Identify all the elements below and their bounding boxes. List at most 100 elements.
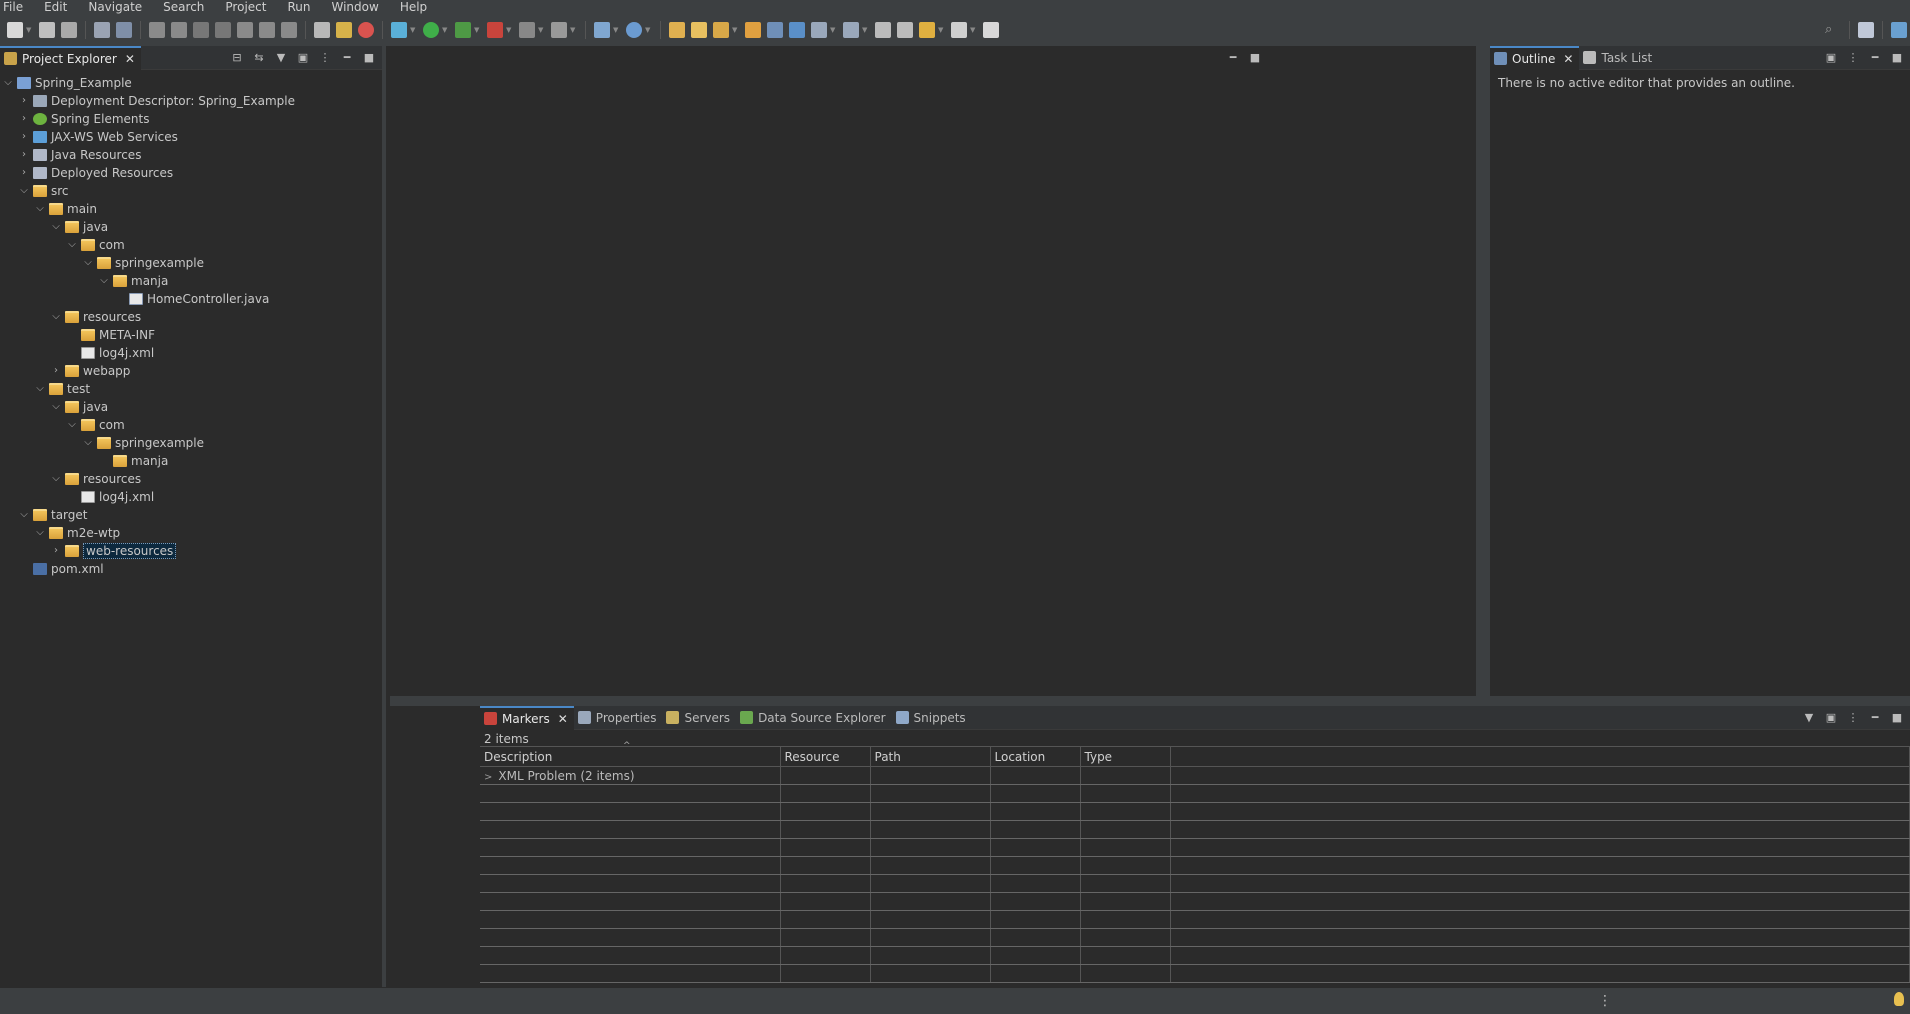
debug-icon[interactable] — [391, 22, 407, 38]
coverage-icon[interactable] — [455, 22, 471, 38]
minimize-icon[interactable]: ━ — [1866, 50, 1884, 66]
edit-pen-icon[interactable] — [713, 22, 729, 38]
step-into-icon[interactable] — [237, 22, 253, 38]
new-spring-icon[interactable] — [626, 22, 642, 38]
minimize-icon[interactable]: ━ — [338, 50, 356, 66]
link-with-editor-icon[interactable]: ⇆ — [250, 50, 268, 66]
open-project-icon[interactable] — [691, 22, 707, 38]
chevron-down-icon[interactable]: ⌵ — [34, 524, 46, 542]
tree-item[interactable]: › webapp — [0, 362, 382, 380]
debug-dropdown-icon[interactable]: ▼ — [410, 22, 416, 38]
chevron-down-icon[interactable]: ⌵ — [18, 506, 30, 524]
publish-dropdown-icon[interactable]: ▼ — [570, 22, 576, 38]
chevron-down-icon[interactable]: ⌵ — [34, 380, 46, 398]
tree-item[interactable]: ⌵ src — [0, 182, 382, 200]
external-tools-icon[interactable] — [487, 22, 503, 38]
focus-icon[interactable]: ▣ — [294, 50, 312, 66]
tree-item[interactable]: › web-resources — [0, 542, 382, 560]
status-menu-icon[interactable]: ⋮ — [1598, 993, 1612, 1009]
tab-data-source-explorer[interactable]: Data Source Explorer — [736, 706, 891, 730]
tree-item[interactable]: › JAX-WS Web Services — [0, 128, 382, 146]
tab-servers[interactable]: Servers — [662, 706, 736, 730]
tree-item[interactable]: › Java Resources — [0, 146, 382, 164]
save-all-icon[interactable] — [61, 22, 77, 38]
build-icon[interactable] — [358, 22, 374, 38]
maximize-icon[interactable]: ■ — [1246, 50, 1264, 66]
maximize-icon[interactable]: ■ — [360, 50, 378, 66]
chevron-down-icon[interactable]: ⌵ — [82, 434, 94, 452]
chevron-right-icon[interactable]: › — [18, 164, 30, 182]
tree-item[interactable]: log4j.xml — [0, 344, 382, 362]
tree-item[interactable]: ⌵ java — [0, 398, 382, 416]
menu-edit[interactable]: Edit — [41, 0, 77, 14]
tab-snippets[interactable]: Snippets — [892, 706, 972, 730]
maximize-icon[interactable]: ■ — [1888, 710, 1906, 726]
open-console-icon[interactable] — [983, 22, 999, 38]
view-menu-icon[interactable]: ⋮ — [1844, 50, 1862, 66]
tree-item[interactable]: HomeController.java — [0, 290, 382, 308]
back-arrow-icon[interactable] — [919, 22, 935, 38]
annotation-icon[interactable] — [811, 22, 827, 38]
coverage-dropdown-icon[interactable]: ▼ — [474, 22, 480, 38]
open-perspective-icon[interactable] — [1858, 22, 1874, 38]
chevron-right-icon[interactable]: › — [18, 92, 30, 110]
disconnect-icon[interactable] — [215, 22, 231, 38]
tree-item[interactable]: manja — [0, 452, 382, 470]
menu-project[interactable]: Project — [222, 0, 276, 14]
tree-item[interactable]: ⌵ target — [0, 506, 382, 524]
tree-item[interactable]: › Deployed Resources — [0, 164, 382, 182]
java-ee-perspective-icon[interactable] — [1891, 22, 1907, 38]
menu-window[interactable]: Window — [328, 0, 388, 14]
new-java-dropdown-icon[interactable]: ▼ — [613, 22, 619, 38]
tree-item[interactable]: pom.xml — [0, 560, 382, 578]
forward-dropdown-icon[interactable]: ▼ — [970, 22, 976, 38]
run-icon[interactable] — [423, 22, 439, 38]
chevron-down-icon[interactable]: ⌵ — [50, 308, 62, 326]
next-edit-icon[interactable] — [897, 22, 913, 38]
column-path[interactable]: Path — [870, 746, 991, 767]
cell-description[interactable]: > XML Problem (2 items) — [480, 766, 781, 785]
tree-item[interactable]: › Deployment Descriptor: Spring_Example — [0, 92, 382, 110]
column-description[interactable]: ^ Description — [480, 741, 781, 767]
tab-properties[interactable]: Properties — [574, 706, 663, 730]
chevron-right-icon[interactable]: › — [18, 110, 30, 128]
chevron-right-icon[interactable]: › — [50, 362, 62, 380]
chevron-down-icon[interactable]: ⌵ — [66, 416, 78, 434]
chevron-right-icon[interactable]: > — [484, 772, 492, 783]
horizontal-sash[interactable] — [390, 696, 1910, 706]
chevron-right-icon[interactable]: › — [18, 146, 30, 164]
pin-icon[interactable] — [843, 22, 859, 38]
external-tools-dropdown-icon[interactable]: ▼ — [506, 22, 512, 38]
resume-icon[interactable] — [149, 22, 165, 38]
tree-item[interactable]: ⌵ resources — [0, 308, 382, 326]
step-return-icon[interactable] — [281, 22, 297, 38]
tree-item[interactable]: ⌵ springexample — [0, 434, 382, 452]
chevron-down-icon[interactable]: ⌵ — [50, 470, 62, 488]
chevron-down-icon[interactable]: ⌵ — [50, 218, 62, 236]
chevron-right-icon[interactable]: › — [50, 542, 62, 560]
run-dropdown-icon[interactable]: ▼ — [442, 22, 448, 38]
new-spring-dropdown-icon[interactable]: ▼ — [645, 22, 651, 38]
menu-help[interactable]: Help — [397, 0, 437, 14]
tab-task-list[interactable]: Task List — [1579, 46, 1658, 70]
chevron-down-icon[interactable]: ⌵ — [18, 182, 30, 200]
save-icon[interactable] — [39, 22, 55, 38]
tree-item[interactable]: ⌵ com — [0, 236, 382, 254]
tree-item[interactable]: ⌵ com — [0, 416, 382, 434]
maximize-icon[interactable]: ■ — [1888, 50, 1906, 66]
minimize-icon[interactable]: ━ — [1866, 710, 1884, 726]
close-icon[interactable]: ✕ — [125, 52, 135, 66]
chevron-down-icon[interactable]: ⌵ — [2, 74, 14, 92]
tree-item[interactable]: ⌵ springexample — [0, 254, 382, 272]
filter-icon[interactable]: ▼ — [272, 50, 290, 66]
menu-navigate[interactable]: Navigate — [85, 0, 152, 14]
suspend-icon[interactable] — [171, 22, 187, 38]
last-edit-icon[interactable] — [875, 22, 891, 38]
edit-dropdown-icon[interactable]: ▼ — [732, 22, 738, 38]
chevron-right-icon[interactable]: › — [18, 128, 30, 146]
tab-markers[interactable]: Markers ✕ — [480, 705, 574, 730]
chevron-down-icon[interactable]: ⌵ — [66, 236, 78, 254]
menu-run[interactable]: Run — [284, 0, 320, 14]
annotation-dropdown-icon[interactable]: ▼ — [830, 22, 836, 38]
menu-search[interactable]: Search — [160, 0, 214, 14]
